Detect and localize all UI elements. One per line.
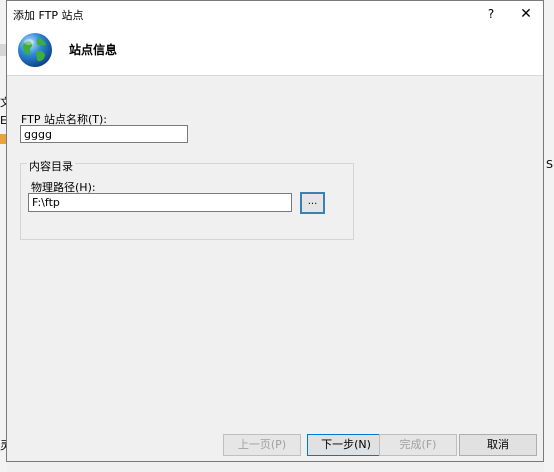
- next-button[interactable]: 下一步(N): [307, 434, 385, 456]
- help-button[interactable]: ?: [483, 5, 499, 23]
- close-button[interactable]: ✕: [517, 5, 535, 23]
- site-name-input[interactable]: [20, 125, 188, 143]
- wizard-footer: 上一页(P) 下一步(N) 完成(F) 取消: [7, 431, 543, 461]
- dialog-title: 添加 FTP 站点: [13, 9, 84, 22]
- physical-path-input[interactable]: [28, 193, 292, 212]
- content-directory-label: 内容目录: [27, 158, 75, 174]
- page-title: 站点信息: [69, 43, 118, 57]
- wizard-header: 站点信息: [7, 27, 543, 76]
- add-ftp-site-dialog: 添加 FTP 站点 ? ✕ 站点信息 FTP 站点名称(T): 内容目录 物理路…: [6, 0, 544, 462]
- previous-button[interactable]: 上一页(P): [223, 434, 301, 456]
- finish-button[interactable]: 完成(F): [379, 434, 457, 456]
- browse-button[interactable]: ...: [300, 192, 325, 214]
- background-text: S: [546, 158, 553, 171]
- globe-icon: [18, 33, 52, 67]
- cancel-button[interactable]: 取消: [459, 434, 537, 456]
- background-window-right: [544, 0, 554, 472]
- title-bar[interactable]: 添加 FTP 站点 ? ✕: [7, 1, 543, 27]
